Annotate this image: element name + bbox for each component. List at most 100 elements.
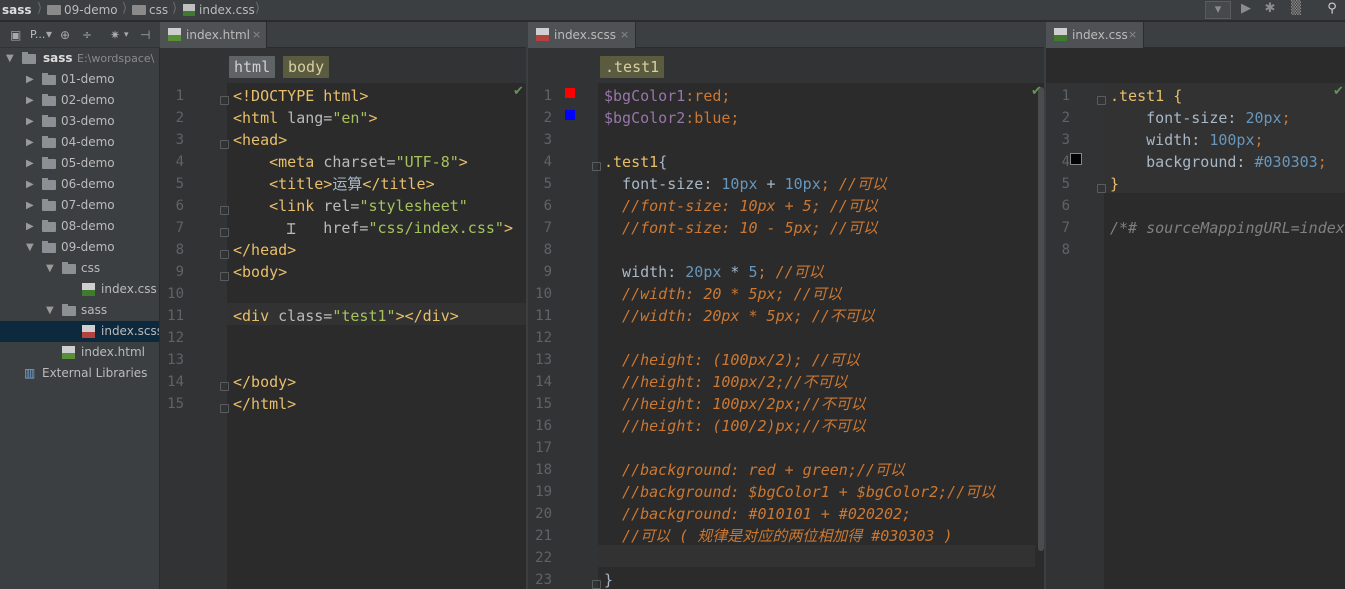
search-icon[interactable]: ⚲: [1322, 1, 1342, 19]
chevron-right-icon[interactable]: ▶: [26, 216, 34, 237]
editor1-tabbar: index.html ×: [160, 22, 527, 48]
fold-marker-icon[interactable]: [220, 96, 229, 105]
close-icon[interactable]: ×: [252, 22, 261, 48]
gear-icon[interactable]: ✷: [110, 28, 120, 42]
red-color-swatch[interactable]: [565, 88, 575, 98]
tree-item-sass[interactable]: ▼ sass: [0, 300, 159, 321]
crumb-html[interactable]: html: [229, 56, 276, 78]
fold-marker-icon[interactable]: [220, 272, 229, 281]
tree-item-09-demo[interactable]: ▼ 09-demo: [0, 237, 159, 258]
line-number: 14: [167, 374, 184, 390]
editor2-code[interactable]: $bgColor1:red; $bgColor2:blue; .test1{ fon…: [598, 83, 1035, 589]
line-number: 17: [535, 440, 552, 456]
blue-color-swatch[interactable]: [565, 110, 575, 120]
chevron-down-icon[interactable]: ▼: [6, 48, 14, 69]
fold-marker-icon[interactable]: [220, 404, 229, 413]
fold-marker-icon[interactable]: [220, 228, 229, 237]
run-icon[interactable]: ▶: [1238, 1, 1254, 19]
chevron-down-icon[interactable]: ▼: [26, 237, 34, 258]
fold-marker-icon[interactable]: [592, 162, 601, 171]
hide-panel-icon[interactable]: ⊣: [140, 28, 150, 42]
code-token: 20px: [1245, 109, 1282, 127]
locate-icon[interactable]: ⊕: [60, 28, 70, 42]
line-number: 8: [1061, 242, 1070, 258]
tab-index-css[interactable]: index.css ×: [1046, 22, 1144, 48]
code-line: <!DOCTYPE html>: [233, 85, 368, 107]
code-token: width:: [1110, 131, 1210, 149]
tree-root[interactable]: ▼ sass E:\wordspace\: [0, 48, 159, 69]
chevron-right-icon[interactable]: ▶: [26, 174, 34, 195]
gear-dropdown-icon[interactable]: ▾: [124, 30, 129, 40]
crumb-body[interactable]: body: [283, 56, 330, 78]
tree-item-01-demo[interactable]: ▶ 01-demo: [0, 69, 159, 90]
chevron-right-icon[interactable]: ▶: [26, 69, 34, 90]
collapse-icon[interactable]: ÷: [82, 28, 92, 42]
line-number: 8: [543, 242, 552, 258]
fold-marker-icon[interactable]: [220, 206, 229, 215]
breadcrumb-separator: ⟩: [37, 1, 43, 16]
tab-index-scss[interactable]: index.scss ×: [528, 22, 636, 48]
code-token: <!DOCTYPE html>: [233, 87, 369, 105]
code-token: *: [721, 263, 749, 281]
line-number: 4: [175, 154, 184, 170]
chevron-down-icon[interactable]: ▼: [46, 300, 54, 321]
breadcrumb-folder-09-demo[interactable]: 09-demo: [47, 3, 118, 17]
code-line: .test1{: [604, 151, 667, 173]
chevron-right-icon[interactable]: ▶: [26, 195, 34, 216]
tree-item-external-libraries[interactable]: ▥ External Libraries: [0, 363, 159, 384]
code-line: <head>: [233, 129, 287, 151]
breadcrumb-folder-css[interactable]: css: [132, 3, 168, 17]
tree-item-04-demo[interactable]: ▶ 04-demo: [0, 132, 159, 153]
tree-item-label: 03-demo: [61, 114, 115, 128]
code-line: //width: 20px * 5px; //不可以: [604, 305, 875, 327]
chevron-down-icon[interactable]: ▾: [46, 27, 52, 41]
code-token: //font-size: 10 - 5px; //可以: [604, 219, 878, 237]
line-number: 4: [543, 154, 552, 170]
editor1-code[interactable]: <!DOCTYPE html> <html lang="en"> <head> <m…: [227, 83, 527, 589]
fold-marker-icon[interactable]: [1097, 96, 1106, 105]
tree-item-index-css[interactable]: index.css: [0, 279, 159, 300]
breadcrumb-file[interactable]: index.css: [183, 3, 255, 17]
fold-marker-icon[interactable]: [592, 580, 601, 589]
tree-item-index-scss[interactable]: index.scss: [0, 321, 159, 342]
black-color-swatch[interactable]: [1070, 153, 1082, 165]
code-token: }: [604, 571, 614, 589]
tab-index-html[interactable]: index.html ×: [160, 22, 267, 48]
code-token: <body>: [233, 263, 288, 281]
breadcrumb-project[interactable]: sass: [2, 3, 32, 17]
fold-marker-icon[interactable]: [1097, 184, 1106, 193]
close-icon[interactable]: ×: [620, 22, 629, 48]
tree-item-05-demo[interactable]: ▶ 05-demo: [0, 153, 159, 174]
close-icon[interactable]: ×: [1128, 22, 1137, 48]
tree-item-06-demo[interactable]: ▶ 06-demo: [0, 174, 159, 195]
chevron-right-icon[interactable]: ▶: [26, 153, 34, 174]
code-token: ></div>: [395, 307, 459, 325]
code-line: }: [604, 569, 613, 589]
chevron-down-icon[interactable]: ▼: [46, 258, 54, 279]
crumb-test1[interactable]: .test1: [600, 56, 665, 78]
line-number: 3: [543, 132, 552, 148]
run-config-dropdown-icon[interactable]: ▾: [1205, 1, 1231, 19]
code-token: //background: red + green;//可以: [604, 461, 905, 479]
code-token: >: [503, 219, 513, 237]
editor3-code[interactable]: .test1 { font-size: 20px; width: 100px; …: [1104, 83, 1345, 589]
fold-marker-icon[interactable]: [220, 382, 229, 391]
coverage-icon[interactable]: ▒: [1287, 1, 1305, 19]
code-token: href=: [233, 219, 369, 237]
tree-item-03-demo[interactable]: ▶ 03-demo: [0, 111, 159, 132]
tree-item-index-html[interactable]: index.html: [0, 342, 159, 363]
code-token: "en": [332, 109, 369, 127]
code-token: lang=: [287, 109, 333, 127]
debug-icon[interactable]: ✱: [1262, 1, 1278, 19]
fold-marker-icon[interactable]: [220, 140, 229, 149]
line-number: 3: [175, 132, 184, 148]
tree-item-css[interactable]: ▼ css: [0, 258, 159, 279]
fold-marker-icon[interactable]: [220, 250, 229, 259]
tree-item-07-demo[interactable]: ▶ 07-demo: [0, 195, 159, 216]
project-view-selector[interactable]: P...: [30, 28, 45, 41]
chevron-right-icon[interactable]: ▶: [26, 132, 34, 153]
chevron-right-icon[interactable]: ▶: [26, 90, 34, 111]
tree-item-02-demo[interactable]: ▶ 02-demo: [0, 90, 159, 111]
chevron-right-icon[interactable]: ▶: [26, 111, 34, 132]
tree-item-08-demo[interactable]: ▶ 08-demo: [0, 216, 159, 237]
